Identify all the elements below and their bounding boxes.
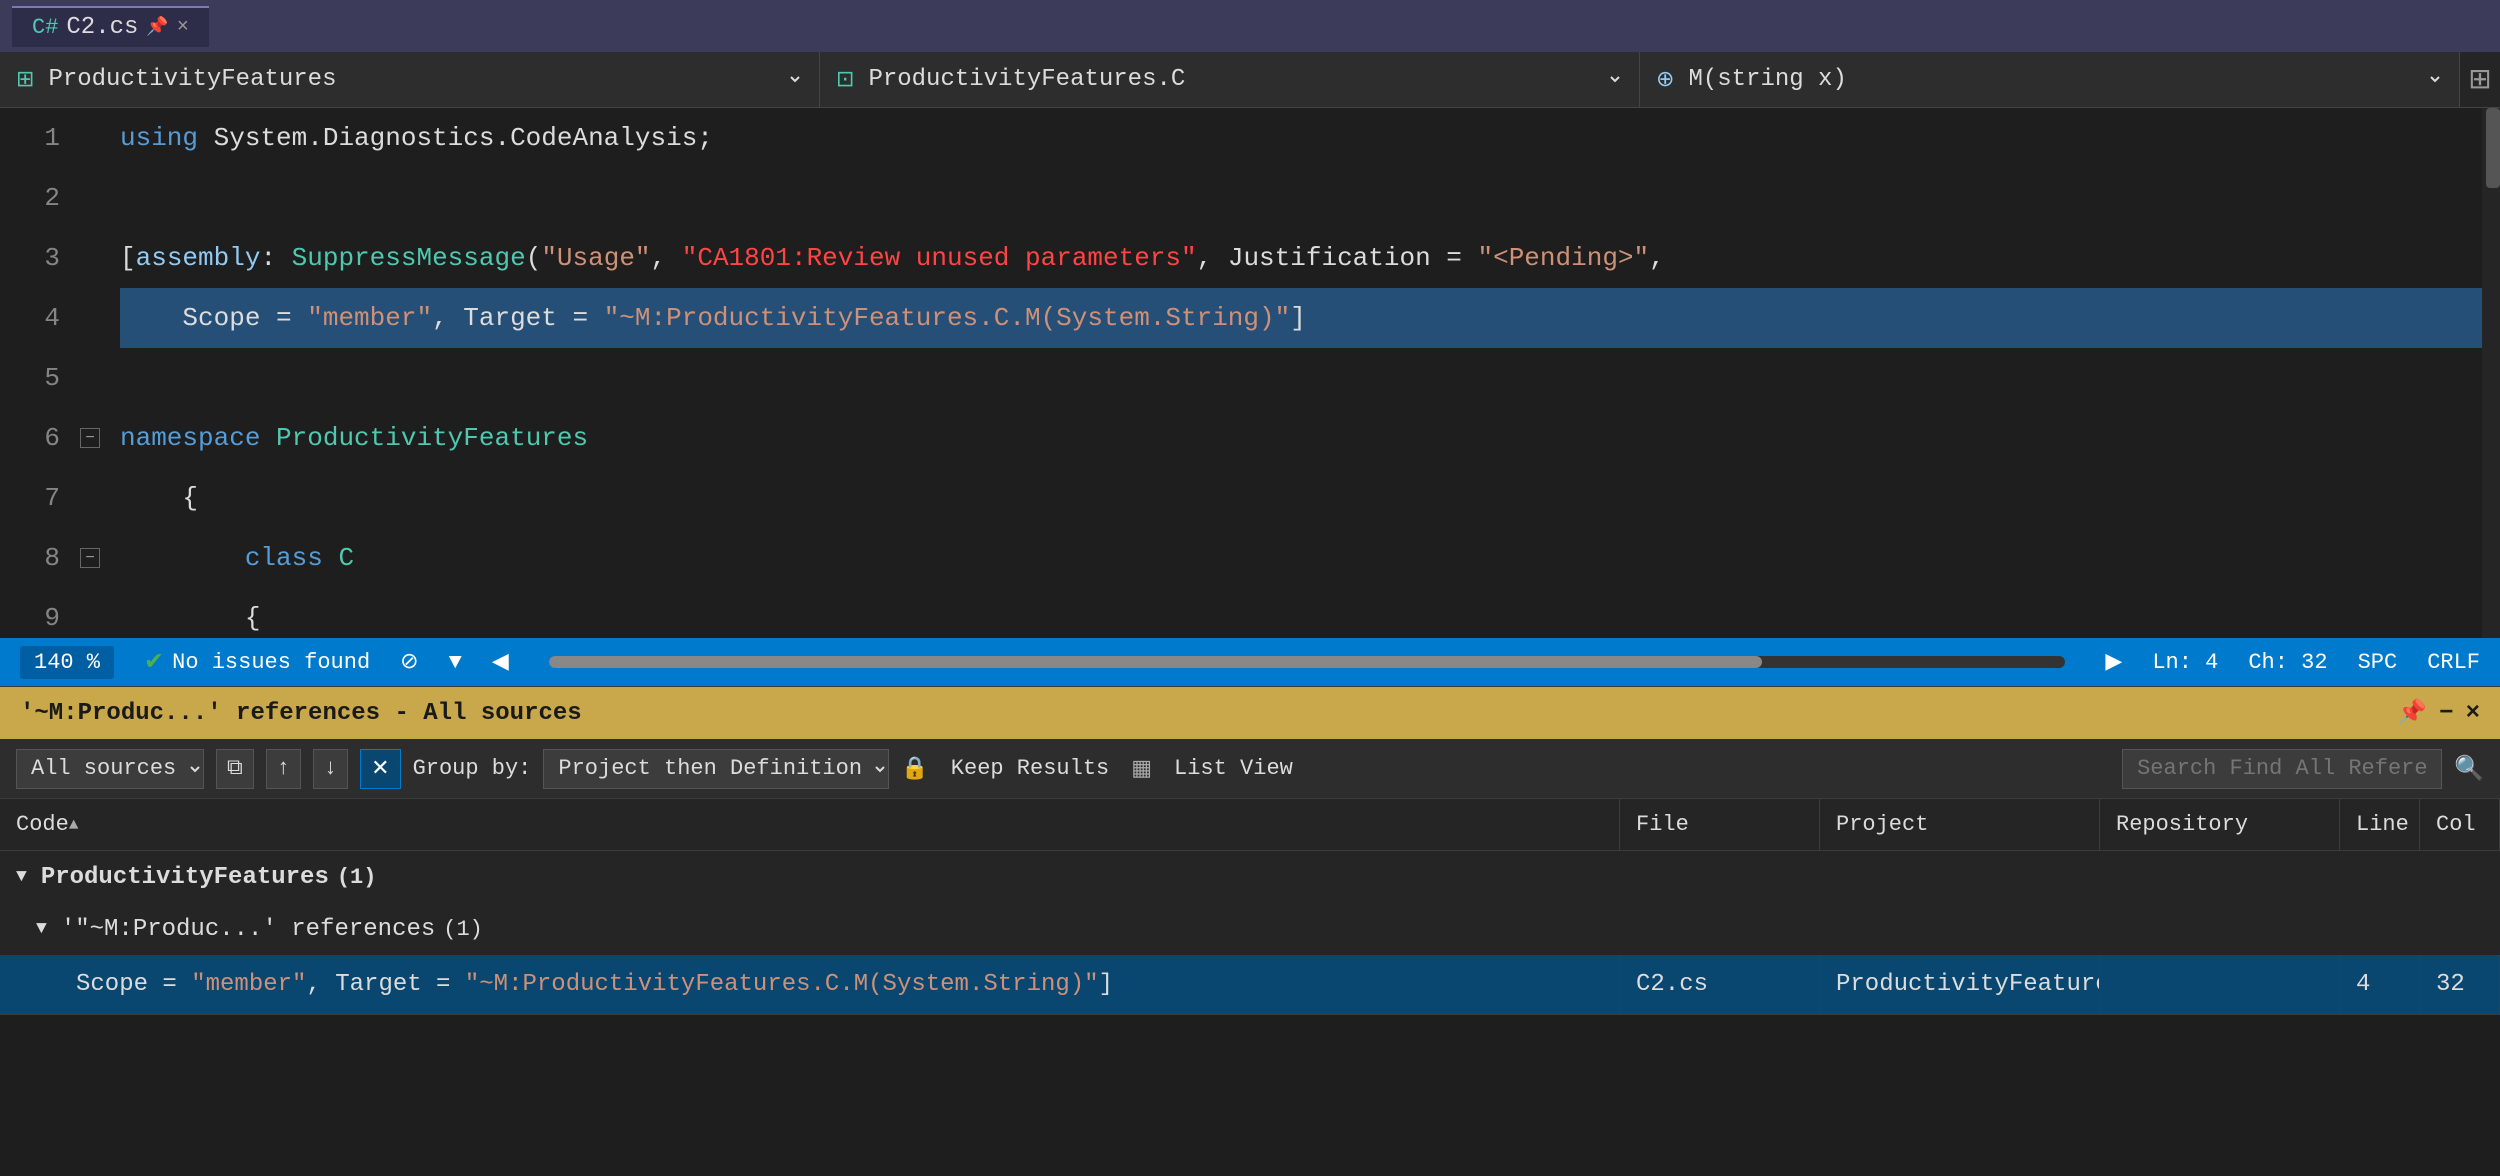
- scrollbar-thumb[interactable]: [2486, 108, 2500, 188]
- file-icon: C#: [32, 15, 58, 40]
- line-ending: CRLF: [2427, 650, 2480, 675]
- code-line-2: [120, 168, 2482, 228]
- horizontal-scrollbar-thumb[interactable]: [549, 656, 1762, 668]
- code-line-4: Scope = "member", Target = "~M:Productiv…: [120, 288, 2482, 348]
- tab-label: C2.cs: [66, 14, 138, 41]
- breadcrumb-bar: ⊞ ProductivityFeatures ⊡ ProductivityFea…: [0, 52, 2500, 108]
- scroll-left-arrow[interactable]: ◀: [492, 649, 509, 675]
- references-panel: '~M:Produc...' references - All sources …: [0, 686, 2500, 1176]
- subgroup-expand-icon: ▼: [36, 919, 47, 939]
- prev-result-button[interactable]: ↑: [266, 749, 301, 789]
- code-line-7: {: [120, 468, 2482, 528]
- close-panel-icon[interactable]: ×: [2466, 700, 2480, 727]
- line-numbers: 1 2 3 4 5 6 7 8 9 10 11 12: [0, 108, 80, 638]
- table-row[interactable]: Scope = "member", Target = "~M:Productiv…: [0, 955, 2500, 1015]
- group-name: ProductivityFeatures: [41, 864, 329, 891]
- cell-line: 4: [2340, 955, 2420, 1014]
- copy-button[interactable]: ⧉: [216, 749, 254, 789]
- scroll-right-arrow[interactable]: ▶: [2105, 649, 2122, 675]
- search-icon[interactable]: 🔍: [2454, 754, 2484, 784]
- table-icon: ▦: [1131, 756, 1152, 782]
- collapse-namespace-icon[interactable]: −: [80, 428, 100, 448]
- char-info: Ch: 32: [2248, 650, 2327, 675]
- col-col-header[interactable]: Col: [2420, 799, 2500, 850]
- breadcrumb-select-3[interactable]: M(string x): [1684, 65, 2443, 94]
- col-line-header[interactable]: Line: [2340, 799, 2420, 850]
- horizontal-scrollbar[interactable]: [549, 656, 2066, 668]
- collapse-class-icon[interactable]: −: [80, 548, 100, 568]
- keep-results-label: Keep Results: [951, 756, 1109, 781]
- refs-table-header: Code File Project Repository Line Col: [0, 799, 2500, 851]
- group-count: (1): [337, 865, 377, 890]
- lock-icon: 🔒: [901, 756, 928, 782]
- panel-title: '~M:Produc...' references - All sources: [20, 700, 582, 727]
- cell-col: 32: [2420, 955, 2500, 1014]
- panel-toolbar: All sources ⧉ ↑ ↓ ✕ Group by: Project th…: [0, 739, 2500, 799]
- sources-dropdown[interactable]: All sources: [16, 749, 204, 789]
- breadcrumb-expand-icon[interactable]: ⊞: [2468, 62, 2491, 97]
- editor-tab[interactable]: C# C2.cs 📌 ×: [12, 6, 209, 47]
- list-view-button[interactable]: List View: [1164, 752, 1303, 785]
- code-line-9: {: [120, 588, 2482, 638]
- cell-code: Scope = "member", Target = "~M:Productiv…: [0, 955, 1620, 1014]
- cell-repository: [2100, 955, 2340, 1014]
- code-content[interactable]: using System.Diagnostics.CodeAnalysis; […: [110, 108, 2482, 638]
- panel-title-bar: '~M:Produc...' references - All sources …: [0, 687, 2500, 739]
- group-expand-icon: ▼: [16, 867, 27, 887]
- breadcrumb-item-3[interactable]: ⊕ M(string x): [1640, 52, 2460, 107]
- status-bar: 140 % ✔ No issues found ⊘ ▼ ◀ ▶ Ln: 4 Ch…: [0, 638, 2500, 686]
- breadcrumb-select-2[interactable]: ProductivityFeatures.C: [864, 65, 1623, 94]
- keep-results-button[interactable]: Keep Results: [941, 752, 1119, 785]
- search-refs-input[interactable]: [2122, 749, 2442, 789]
- breadcrumb-item-2[interactable]: ⊡ ProductivityFeatures.C: [820, 52, 1640, 107]
- col-project-header[interactable]: Project: [1820, 799, 2100, 850]
- panel-controls: 📌 − ×: [2397, 698, 2480, 728]
- next-result-button[interactable]: ↓: [313, 749, 348, 789]
- class-icon: ⊡: [836, 67, 854, 93]
- encoding: SPC: [2358, 650, 2398, 675]
- code-line-1: using System.Diagnostics.CodeAnalysis;: [120, 108, 2482, 168]
- filter-icon[interactable]: ⊘: [400, 649, 418, 675]
- title-bar: C# C2.cs 📌 ×: [0, 0, 2500, 52]
- subgroup-count: (1): [443, 917, 483, 942]
- pin-panel-icon[interactable]: 📌: [2397, 698, 2427, 728]
- cell-project: ProductivityFeatures: [1820, 955, 2100, 1014]
- list-view-label: List View: [1174, 756, 1293, 781]
- filter-button[interactable]: ✕: [360, 749, 400, 789]
- fold-area: − − −: [80, 108, 110, 638]
- editor-scrollbar[interactable]: [2482, 108, 2500, 638]
- pin-icon[interactable]: 📌: [146, 16, 168, 38]
- namespace-icon: ⊞: [16, 67, 34, 93]
- cell-file: C2.cs: [1620, 955, 1820, 1014]
- issues-indicator: ✔ No issues found: [144, 647, 370, 677]
- col-repository-header[interactable]: Repository: [2100, 799, 2340, 850]
- breadcrumb-select-1[interactable]: ProductivityFeatures: [44, 65, 803, 94]
- status-right: Ln: 4 Ch: 32 SPC CRLF: [2152, 650, 2480, 675]
- subgroup-name: '"~M:Produc...' references: [61, 916, 435, 943]
- method-icon: ⊕: [1656, 67, 1674, 93]
- line-info: Ln: 4: [2152, 650, 2218, 675]
- subgroup-row-references[interactable]: ▼ '"~M:Produc...' references (1): [0, 903, 2500, 955]
- breadcrumb-item-1[interactable]: ⊞ ProductivityFeatures: [0, 52, 820, 107]
- code-line-5: [120, 348, 2482, 408]
- references-table[interactable]: Code File Project Repository Line Col ▼ …: [0, 799, 2500, 1176]
- code-line-8: class C: [120, 528, 2482, 588]
- group-row-productivityfeatures[interactable]: ▼ ProductivityFeatures (1): [0, 851, 2500, 903]
- minimize-panel-icon[interactable]: −: [2439, 700, 2453, 727]
- group-by-label: Group by:: [413, 756, 532, 781]
- issues-text: No issues found: [172, 650, 370, 675]
- col-code-header[interactable]: Code: [0, 799, 1620, 850]
- zoom-level[interactable]: 140 %: [20, 646, 114, 679]
- group-by-select[interactable]: Project then Definition: [543, 749, 889, 789]
- col-file-header[interactable]: File: [1620, 799, 1820, 850]
- code-line-6: namespace ProductivityFeatures: [120, 408, 2482, 468]
- close-icon[interactable]: ×: [177, 16, 189, 39]
- editor-area: 1 2 3 4 5 6 7 8 9 10 11 12 − − −: [0, 108, 2500, 638]
- code-line-3: [assembly: SuppressMessage("Usage", "CA1…: [120, 228, 2482, 288]
- filter-dropdown[interactable]: ▼: [449, 650, 462, 675]
- check-icon: ✔: [144, 647, 164, 677]
